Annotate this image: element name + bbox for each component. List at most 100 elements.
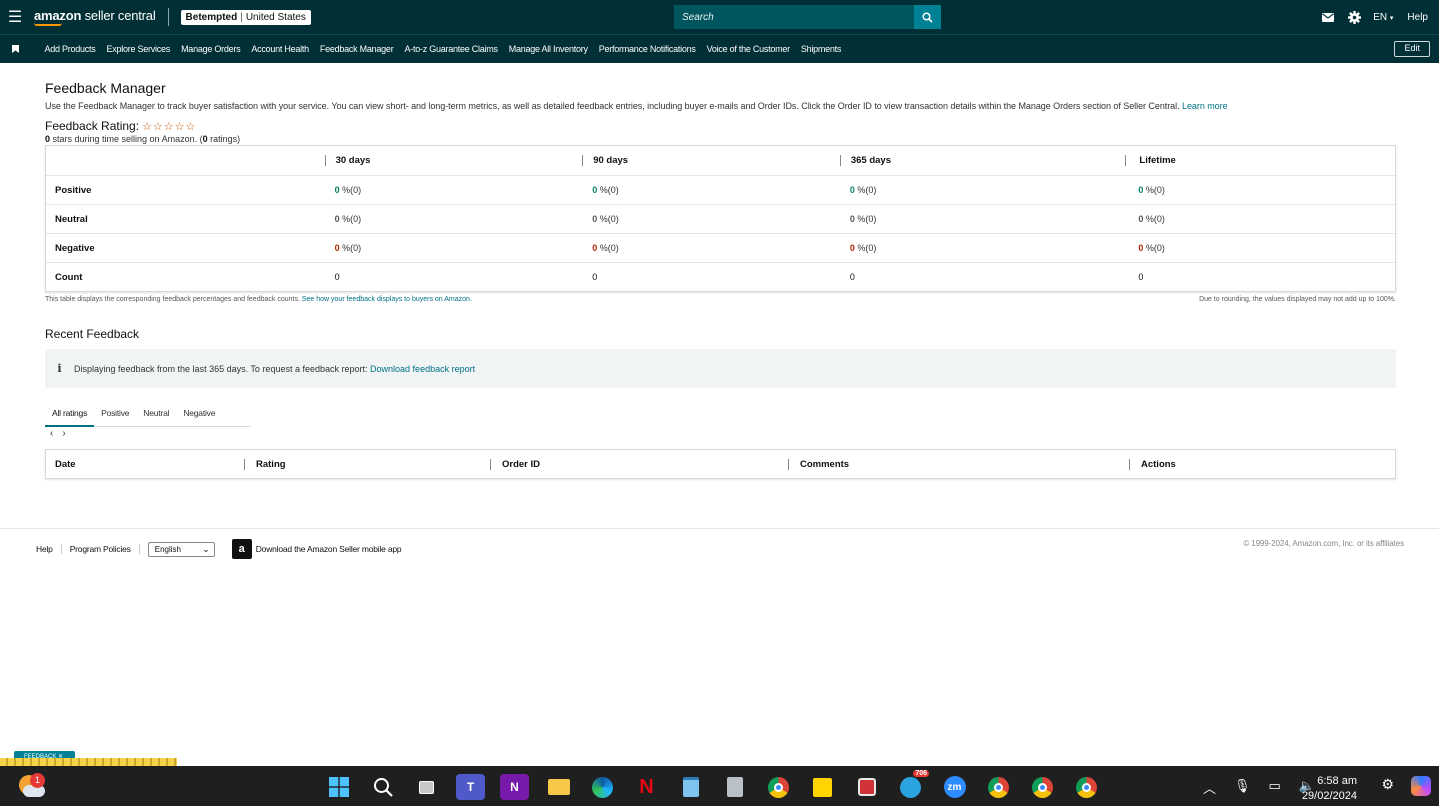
copilot-icon[interactable] [1411,776,1431,796]
amazon-app-icon[interactable]: a [231,539,252,559]
nav-manage-orders[interactable]: Manage Orders [176,44,246,54]
table-row-negative: Negative 0 %(0) 0 %(0) 0 %(0) 0 %(0) [46,233,1395,262]
store-region: United States [245,11,306,23]
page-footer: Help Program Policies English ⌄ a Downloa… [0,528,1439,568]
cell-percent: %(0) [854,214,877,224]
onenote-icon[interactable]: N [500,774,529,800]
rounding-note: Due to rounding, the values displayed ma… [1199,296,1396,303]
nav-shipments[interactable]: Shipments [795,44,846,54]
download-feedback-report-link[interactable]: Download feedback report [370,364,475,374]
table-cell: 0 %(0) [840,243,1126,253]
notifications-icon[interactable]: ⚙ [1381,776,1394,796]
chevron-down-icon: ▾ [1389,14,1394,22]
nav-add-products[interactable]: Add Products [39,44,101,54]
nav-feedback-manager[interactable]: Feedback Manager [314,44,399,54]
file-explorer-icon[interactable] [544,774,573,800]
column-header-rating[interactable]: Rating [244,458,490,470]
seller-central-logo[interactable]: amazon seller central [34,9,156,26]
table-cell: 0 [334,272,340,282]
edit-nav-button[interactable]: Edit [1394,41,1430,57]
cell-percent: %(0) [597,243,619,253]
nav-manage-all-inventory[interactable]: Manage All Inventory [503,44,593,54]
nav-explore-services[interactable]: Explore Services [101,44,176,54]
microphone-icon[interactable]: 🎙 [1234,778,1251,797]
calculator-icon[interactable] [720,774,749,800]
footer-help-link[interactable]: Help [36,544,62,554]
table-cell: 0 %(0) [582,243,840,253]
store-switcher[interactable]: Betempted | United States [180,9,311,25]
notepad-icon[interactable] [676,774,705,800]
chrome-profile-icon[interactable] [984,774,1013,800]
row-label: Positive [55,184,92,196]
row-label: Neutral [55,213,88,225]
table-cell: 0 [849,272,855,282]
table-cell: 0 [592,272,598,282]
table-note-left: This table displays the corresponding fe… [45,296,472,303]
footer-language-select[interactable]: English ⌄ [147,541,215,557]
column-header: 90 days [582,155,840,166]
chrome-profile-icon[interactable] [1028,774,1057,800]
task-view-icon[interactable] [412,774,441,800]
sticky-notes-icon[interactable] [808,774,837,800]
tab-positive[interactable]: Positive [94,400,136,427]
search-icon[interactable] [368,774,397,800]
footer-links: Help Program Policies English ⌄ a Downloa… [36,539,402,559]
chevron-down-icon: ⌄ [202,543,210,554]
telegram-icon[interactable]: 706 [896,770,929,800]
table-row-count: Count 0 0 0 0 [46,262,1395,291]
chrome-profile-icon[interactable] [1072,774,1101,800]
see-feedback-display-link[interactable]: See how your feedback displays to buyers… [302,296,472,303]
search-input[interactable] [674,5,914,29]
language-selector[interactable]: EN ▾ [1373,12,1393,23]
table-header-row: 30 days 90 days 365 days Lifetime [46,146,1395,175]
nav-performance-notifications[interactable]: Performance Notifications [593,44,701,54]
chevron-left-icon[interactable]: ‹ [50,428,53,439]
hamburger-menu-icon[interactable]: ☰ [0,7,30,27]
page-title: Feedback Manager [45,80,166,96]
gear-icon[interactable] [1341,10,1367,24]
mail-icon[interactable] [1315,12,1341,22]
nav-voice-of-customer[interactable]: Voice of the Customer [701,44,795,54]
column-header: 30 days [324,155,583,166]
nav-account-health[interactable]: Account Health [246,44,315,54]
netflix-icon[interactable]: N [632,774,661,800]
column-header-order-id[interactable]: Order ID [490,458,788,470]
column-header-comments[interactable]: Comments [788,458,1129,470]
clock[interactable]: 6:58 am 29/02/2024 [1302,774,1357,804]
cell-percent: %(0) [854,243,877,253]
chevron-right-icon[interactable]: › [62,428,65,439]
help-link[interactable]: Help [1407,12,1428,23]
column-header-date[interactable]: Date [46,459,244,470]
decorative-stripe [0,758,177,766]
snipping-tool-icon[interactable] [852,774,881,800]
zoom-icon[interactable]: zm [940,774,969,800]
search-button[interactable] [914,5,941,29]
chrome-icon[interactable] [764,774,793,800]
network-icon[interactable]: ▭ [1269,778,1281,797]
edge-icon[interactable] [588,774,617,800]
program-policies-link[interactable]: Program Policies [62,544,140,554]
rating-tabs: All ratings Positive Neutral Negative [45,400,251,427]
column-header: Lifetime [1125,155,1395,166]
info-icon: i [57,362,62,375]
bookmark-icon[interactable] [0,45,30,53]
nav-a-to-z-claims[interactable]: A-to-z Guarantee Claims [399,44,503,54]
download-app-link[interactable]: Download the Amazon Seller mobile app [256,544,402,554]
header-utilities: EN ▾ Help [1315,0,1439,34]
chevron-up-icon[interactable]: ︿ [1203,778,1216,797]
stars-text-2: ratings) [207,134,241,144]
cell-percent: %(0) [854,185,877,195]
table-row-positive: Positive 0 %(0) 0 %(0) 0 %(0) 0 %(0) [46,175,1395,204]
cell-percent: %(0) [1143,185,1165,195]
tab-all-ratings[interactable]: All ratings [45,400,95,427]
table-cell: 0 %(0) [325,185,583,195]
cell-percent: %(0) [339,214,362,224]
tab-neutral[interactable]: Neutral [136,400,176,427]
note-text: This table displays the corresponding fe… [45,296,300,303]
teams-icon[interactable]: T [456,774,485,800]
recent-feedback-table: Date Rating Order ID Comments Actions [45,449,1396,479]
tab-negative[interactable]: Negative [176,400,222,427]
learn-more-link[interactable]: Learn more [1182,101,1228,111]
windows-start-icon[interactable] [324,774,353,800]
clock-time: 6:58 am [1317,775,1357,787]
